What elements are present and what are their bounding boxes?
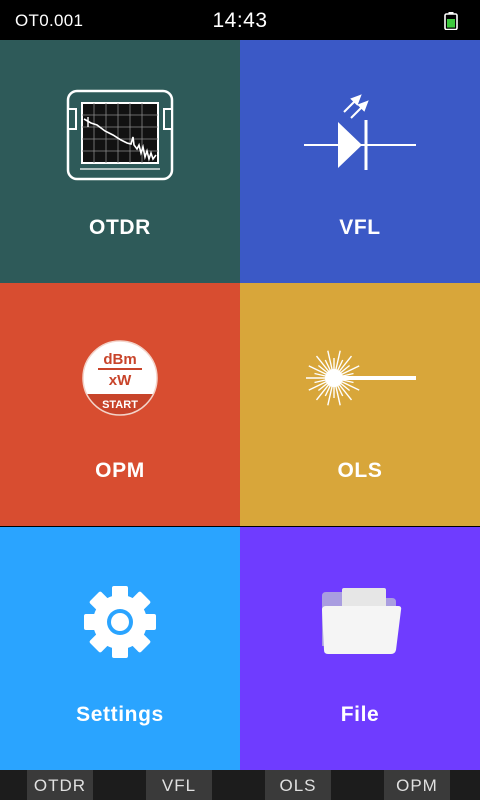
settings-label: Settings — [76, 703, 164, 726]
opm-label: OPM — [95, 459, 145, 482]
settings-tile[interactable]: Settings — [0, 527, 240, 770]
otdr-tile[interactable]: OTDR — [0, 40, 240, 283]
ols-tile[interactable]: OLS — [240, 283, 480, 526]
opm-icon-start: START — [102, 399, 138, 411]
otdr-icon — [0, 80, 240, 190]
home-screen: OT0.001 14:43 OTDR VFL dBm xW START OPM … — [0, 0, 480, 800]
function-grid: OTDR VFL dBm xW START OPM OLS Settings F… — [0, 40, 480, 770]
ols-light-source-icon — [240, 323, 480, 433]
opm-icon-unit-bottom: xW — [109, 372, 132, 389]
tab-opm[interactable]: OPM — [384, 770, 450, 800]
vfl-laser-diode-icon — [240, 80, 480, 190]
opm-icon-unit-top: dBm — [103, 351, 136, 368]
vfl-label: VFL — [339, 216, 381, 239]
battery-icon — [444, 12, 458, 30]
gear-icon — [0, 567, 240, 677]
tab-ols[interactable]: OLS — [265, 770, 331, 800]
opm-dbm-icon: dBm xW START — [0, 323, 240, 433]
otdr-label: OTDR — [89, 216, 151, 239]
tab-vfl[interactable]: VFL — [146, 770, 212, 800]
file-label: File — [340, 703, 380, 726]
file-tile[interactable]: File — [240, 527, 480, 770]
ols-label: OLS — [337, 459, 383, 482]
status-bar: OT0.001 14:43 — [0, 0, 480, 40]
opm-tile[interactable]: dBm xW START OPM — [0, 283, 240, 526]
bottom-tab-bar: OTDR VFL OLS OPM — [0, 770, 480, 800]
clock: 14:43 — [212, 9, 268, 32]
vfl-tile[interactable]: VFL — [240, 40, 480, 283]
tab-otdr[interactable]: OTDR — [27, 770, 93, 800]
folder-icon — [240, 567, 480, 677]
